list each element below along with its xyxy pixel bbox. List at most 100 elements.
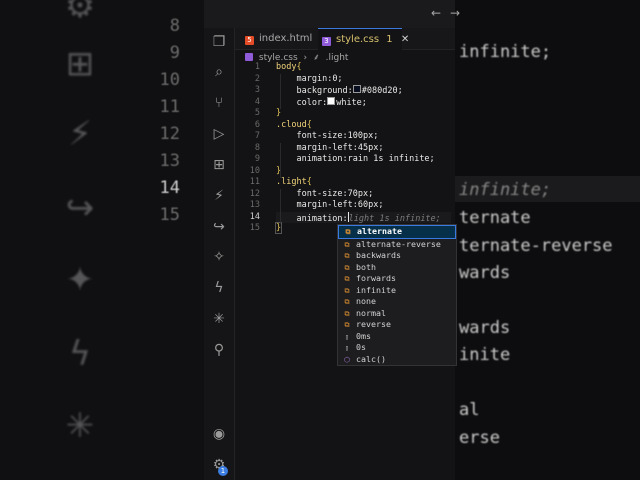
back-arrow-icon[interactable]: ←: [431, 6, 441, 20]
line-number: 8: [254, 142, 260, 153]
suggestion-label: both: [356, 261, 376, 272]
suggestion-item[interactable]: ⧉ alternate: [338, 225, 456, 239]
suggestion-item[interactable]: ⬡ calc(): [338, 354, 456, 366]
suggestion-item[interactable]: ▯ 0s: [338, 342, 456, 354]
code-line: margin-left:60px;: [276, 200, 451, 212]
code-line: font-size:70px;: [276, 189, 451, 201]
source-control-icon[interactable]: ⑂: [209, 93, 229, 113]
forward-arrow-icon[interactable]: →: [450, 6, 460, 20]
bolt-icon[interactable]: ϟ: [209, 278, 229, 298]
suggestion-item[interactable]: ⧉ backwards: [338, 250, 456, 262]
enum-icon: ⧉: [344, 275, 350, 283]
autocomplete-popup: ⧉ alternate ⧉ alternate-reverse ⧉ backwards…: [337, 224, 457, 366]
suggestion-item[interactable]: ▯ 0ms: [338, 331, 456, 343]
color-swatch[interactable]: [327, 96, 336, 105]
tab-style-css[interactable]: 3 style.css 1 ✕: [318, 28, 409, 50]
css-property: animation:: [296, 154, 348, 164]
code-line: background: #080d20;: [276, 85, 451, 97]
suggestion-item[interactable]: ⧉ none: [338, 296, 456, 308]
bg-line-number: 13: [159, 151, 180, 171]
unit-icon: ▯: [344, 344, 350, 352]
line-number: 15: [249, 223, 260, 233]
code-line: .light{: [276, 177, 312, 187]
bg-line-number: 11: [159, 97, 180, 117]
line-number: 3: [254, 85, 260, 95]
chat-icon[interactable]: ✧: [209, 247, 229, 267]
css-selector: .cloud: [276, 119, 307, 130]
css-value: 60px;: [357, 200, 384, 210]
suggestion-item[interactable]: ⧉ reverse: [338, 319, 456, 331]
code-line-current: animation:light 1s infinite;: [276, 211, 451, 224]
enum-icon: ⧉: [344, 321, 350, 329]
lightning-icon[interactable]: ⚡: [209, 186, 229, 206]
account-icon[interactable]: ◉: [209, 424, 229, 444]
code-line: animation:rain 1s infinite;: [276, 154, 451, 166]
code-line: .cloud{: [276, 119, 312, 130]
suggestion-label: normal: [356, 307, 386, 318]
suggestion-label: calc(): [356, 353, 386, 364]
color-swatch[interactable]: [352, 85, 361, 93]
code-line: }: [276, 165, 282, 176]
suggestion-item[interactable]: ⧉ alternate-reverse: [338, 239, 456, 251]
css-property: margin-left:: [296, 200, 358, 210]
line-number: 1: [254, 62, 260, 72]
background-zoomed-left: ⚙ ⊞ ⚡ ↪ ✦ ϟ ✳ 8 9 10 11 12 13 14 15: [0, 0, 204, 480]
line-number-current: 14: [249, 211, 260, 222]
extensions-icon[interactable]: ⊞: [209, 155, 229, 175]
indent-guide: [280, 74, 281, 109]
line-number: 6: [254, 119, 260, 130]
suggestion-item[interactable]: ⧉ infinite: [338, 285, 456, 297]
css-property: animation:: [296, 213, 348, 224]
sparkle-icon[interactable]: ✳: [209, 309, 229, 329]
bg-line-number: 9: [169, 43, 180, 63]
title-bar: ← →: [204, 0, 460, 28]
suggestion-label: backwards: [356, 250, 401, 260]
css-property: color:: [296, 97, 328, 108]
run-debug-icon[interactable]: ▷: [209, 124, 229, 144]
line-number: 7: [254, 131, 260, 141]
css-icon: [245, 53, 253, 61]
close-icon[interactable]: ✕: [401, 34, 409, 45]
suggestion-label: reverse: [356, 319, 391, 329]
remote-icon[interactable]: ⚲: [209, 340, 229, 360]
bg-code-text: infinite;: [459, 42, 552, 62]
suggestion-label: none: [356, 296, 376, 306]
code-line: margin-left:45px;: [276, 143, 451, 155]
code-line: color: white;: [276, 96, 451, 109]
search-icon[interactable]: ⌕: [209, 62, 229, 82]
suggestion-item[interactable]: ⧉ normal: [338, 308, 456, 320]
enum-icon: ⧉: [344, 298, 350, 306]
css-value: 100px;: [347, 131, 379, 141]
bg-code-text: inite: [459, 345, 511, 365]
live-share-icon[interactable]: ↪: [209, 217, 229, 237]
line-number: 10: [249, 165, 260, 176]
explorer-icon[interactable]: ❐: [209, 32, 229, 52]
enum-icon: ⧉: [344, 252, 350, 260]
css-value: white;: [336, 97, 367, 108]
indent-guide: [280, 143, 281, 178]
suggestion-label: 0ms: [356, 330, 371, 341]
bg-code-text: infinite;: [459, 180, 552, 200]
bg-extensions-icon: ⊞: [65, 44, 95, 84]
indent-guide: [280, 189, 281, 224]
bg-lightning-icon: ⚡: [68, 114, 92, 154]
tab-label: style.css: [336, 34, 380, 45]
line-number: 5: [254, 108, 260, 118]
code-editor[interactable]: body{ margin:0; background: #080d20; colo…: [274, 62, 451, 235]
enum-icon: ⧉: [345, 228, 351, 236]
function-icon: ⬡: [343, 355, 351, 364]
background-zoomed-right: infinite; infinite; ternate ternate-reve…: [455, 0, 640, 480]
line-number-gutter: 1 2 3 4 5 6 7 8 9 10 11 12 13 14 15: [235, 62, 260, 235]
bg-share-icon: ↪: [65, 188, 95, 228]
bg-line-number: 8: [169, 16, 180, 36]
tab-bar: 5 index.html 3 style.css 1 ✕: [235, 28, 455, 50]
suggestion-item[interactable]: ⧉ forwards: [338, 273, 456, 285]
bg-bolt-icon: ϟ: [68, 334, 92, 374]
tab-index-html[interactable]: 5 index.html: [241, 28, 321, 49]
code-line: }: [276, 108, 282, 118]
css-property: margin:: [296, 73, 333, 84]
css-selector: body: [276, 62, 297, 72]
code-line: margin:0;: [276, 74, 451, 86]
suggestion-item[interactable]: ⧉ both: [338, 262, 456, 274]
settings-badge: 1: [218, 466, 228, 476]
